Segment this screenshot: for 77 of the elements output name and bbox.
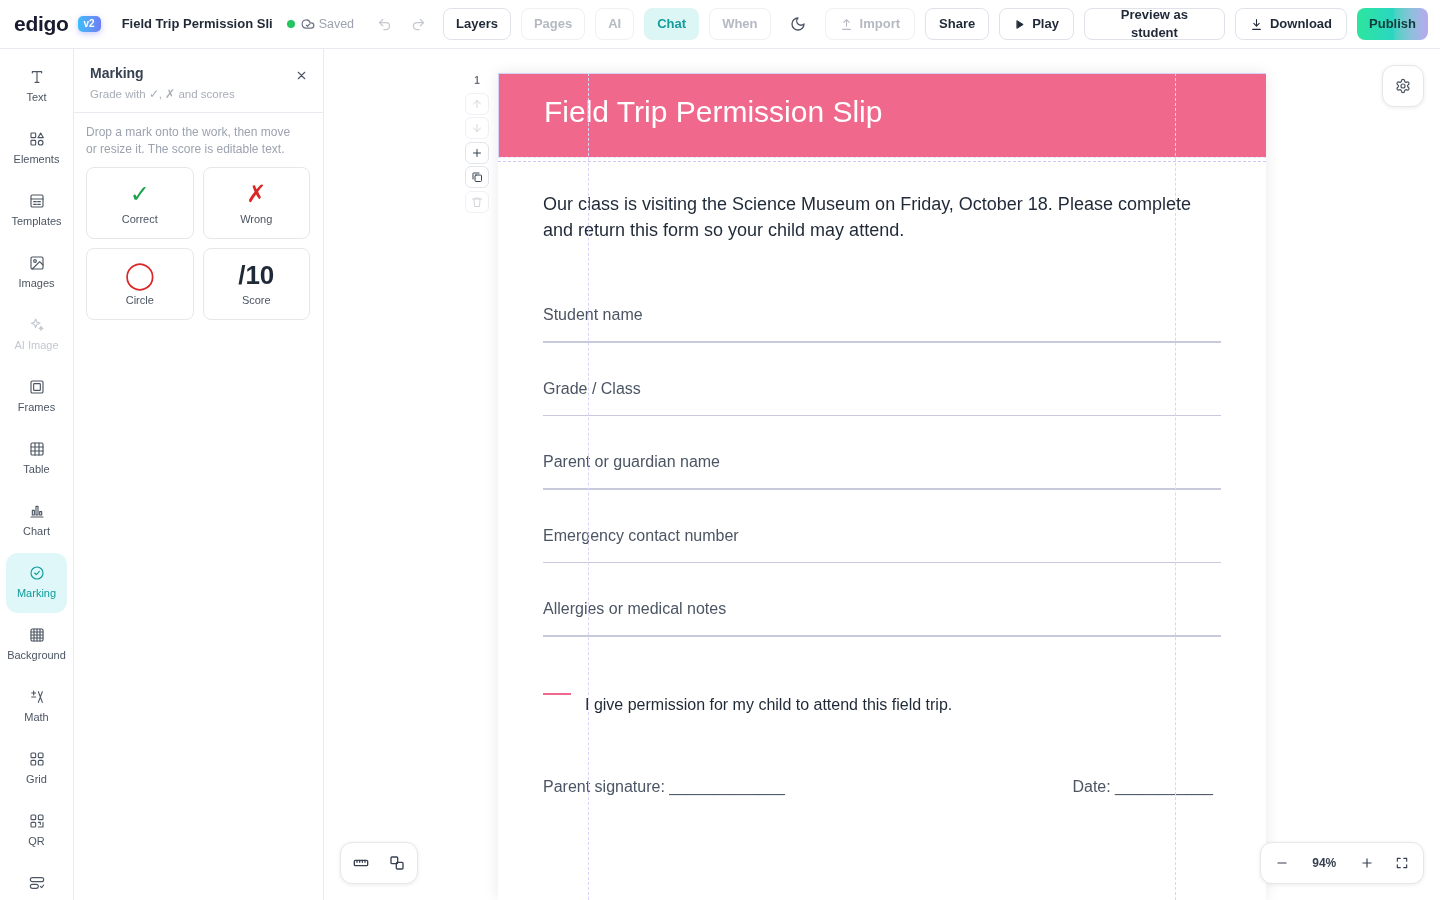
bar-chart-icon <box>28 503 45 519</box>
fullscreen-icon <box>1395 856 1410 870</box>
image-icon <box>28 255 45 271</box>
field-label: Emergency contact number <box>543 525 740 546</box>
settings-icon <box>1395 78 1411 94</box>
frame-icon <box>28 379 45 395</box>
grid-icon <box>28 627 45 643</box>
sidebar-item[interactable]: Elements <box>6 119 67 179</box>
share-button[interactable]: Share <box>925 8 990 40</box>
plus-minus-icon <box>28 689 45 705</box>
mark-option[interactable]: ◯ Circle <box>86 248 194 320</box>
field-label: Parent or guardian name <box>543 452 721 472</box>
table-icon <box>28 441 45 457</box>
logo: edigo <box>14 11 69 37</box>
sidebar-item[interactable]: Images <box>6 243 67 303</box>
fill-in-line[interactable] <box>543 561 1221 563</box>
page-title: Field Trip Permission Slip <box>544 94 883 130</box>
plus-icon <box>471 146 483 159</box>
fill-in-line[interactable] <box>543 414 1221 416</box>
fill-in-line[interactable] <box>543 635 1221 637</box>
cloud-check-icon <box>300 17 315 31</box>
consent-text: I give permission for my child to attend this field trip. <box>585 694 953 715</box>
shapes-icon <box>28 131 45 147</box>
intro-text: Our class is visiting the Science Museum on Friday, October 18. Please complete and return this form so your child may attend. <box>543 193 1192 242</box>
mark-option[interactable]: /10 Score <box>202 248 310 320</box>
document-title[interactable]: Field Trip Permission Sli <box>121 15 273 33</box>
sidebar-item[interactable]: Text <box>6 57 67 117</box>
play-button[interactable]: Play <box>999 8 1074 40</box>
zoom-level: 94% <box>1311 855 1338 871</box>
version-badge: v2 <box>77 16 101 32</box>
save-status: Saved <box>318 16 355 33</box>
download-button[interactable]: Download <box>1234 8 1348 40</box>
field-label: Grade / Class <box>543 378 642 399</box>
tab[interactable]: Layers <box>443 8 511 40</box>
sidebar-item[interactable]: Math <box>6 677 67 737</box>
sparkle-icon <box>28 317 45 333</box>
sidebar-item[interactable]: Background <box>6 615 67 675</box>
play-icon <box>1014 18 1026 30</box>
layout-icon <box>28 193 45 209</box>
mark-option[interactable]: ✓ Correct <box>86 167 194 239</box>
preview-button[interactable]: Preview as student <box>1083 8 1225 40</box>
signature-line-text: Date: ___________ <box>1072 776 1213 798</box>
arrow-down-icon <box>471 122 483 134</box>
sidebar-item[interactable]: Templates <box>6 181 67 241</box>
panel-hint: Drop a mark onto the work, then move or resize it. The score is editable text. <box>86 124 292 158</box>
field-label: Student name <box>543 305 644 325</box>
mark-option[interactable]: ✗ Wrong <box>202 167 310 239</box>
trash-icon <box>471 195 483 208</box>
form-icon <box>28 875 45 891</box>
undo-icon <box>376 16 392 32</box>
check-circle-icon <box>28 565 45 581</box>
overlapping-squares-icon <box>389 855 405 871</box>
sidebar-item[interactable]: QR <box>6 801 67 861</box>
fill-in-line[interactable] <box>543 488 1221 490</box>
field-label: Allergies or medical notes <box>543 599 728 619</box>
download-icon <box>1249 17 1263 31</box>
sidebar-item[interactable]: Chart <box>6 491 67 551</box>
sidebar-item[interactable]: Table <box>6 429 67 489</box>
sidebar-item[interactable]: Frames <box>6 367 67 427</box>
page-number: 1 <box>474 75 480 87</box>
moon-icon <box>789 16 806 32</box>
duplicate-button[interactable] <box>465 166 489 188</box>
panel-subtitle: Grade with ✓, ✗ and scores <box>90 87 235 102</box>
fill-in-line[interactable] <box>543 341 1221 343</box>
plus-icon <box>1359 856 1374 870</box>
four-squares-icon <box>28 751 45 767</box>
accent-dash <box>543 692 571 695</box>
redo-icon <box>410 16 426 32</box>
copy-icon <box>471 171 483 183</box>
upload-icon <box>839 17 853 31</box>
add-page-button[interactable] <box>465 141 489 164</box>
settings-button[interactable] <box>1382 65 1424 107</box>
panel-title: Marking <box>90 64 145 83</box>
arrow-up-icon <box>471 97 483 110</box>
sidebar-item[interactable]: Grid <box>6 739 67 799</box>
qr-code-icon <box>28 813 45 829</box>
signature-line-text: Parent signature: _____________ <box>543 776 785 798</box>
